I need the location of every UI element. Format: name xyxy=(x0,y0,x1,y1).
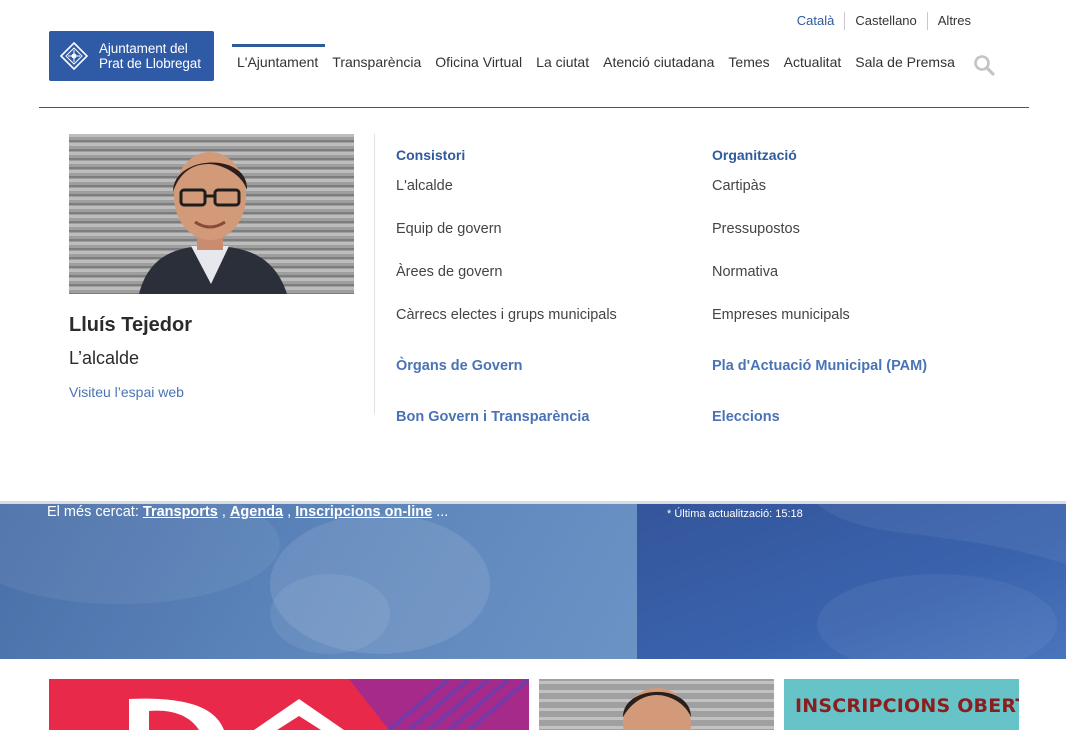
menu-link-bon-govern[interactable]: Bon Govern i Transparència xyxy=(396,409,589,425)
logo-line-2: Prat de Llobregat xyxy=(99,56,201,71)
mayor-website-link[interactable]: Visiteu l’espai web xyxy=(69,384,184,400)
logo-text: Ajuntament del Prat de Llobregat xyxy=(99,41,201,71)
most-searched-label: El més cercat: xyxy=(47,504,139,520)
menu-link-equip-de-govern[interactable]: Equip de govern xyxy=(396,221,502,237)
lang-castellano[interactable]: Castellano xyxy=(845,12,926,30)
nav-la-ciutat[interactable]: La ciutat xyxy=(529,44,596,72)
nav-atencio-ciutadana[interactable]: Atenció ciutadana xyxy=(596,44,721,72)
logo-line-1: Ajuntament del xyxy=(99,41,188,56)
lang-catala[interactable]: Català xyxy=(787,12,845,30)
site-logo[interactable]: Ajuntament del Prat de Llobregat xyxy=(49,31,214,81)
menu-link-organs-de-govern[interactable]: Òrgans de Govern xyxy=(396,358,523,374)
nav-actualitat[interactable]: Actualitat xyxy=(777,44,849,72)
menu-link-carrecs-electes[interactable]: Càrrecs electes i grups municipals xyxy=(396,307,617,323)
searched-tag-agenda[interactable]: Agenda xyxy=(230,504,283,520)
searched-tag-transports[interactable]: Transports xyxy=(143,504,218,520)
promo-card-2[interactable] xyxy=(539,679,774,730)
more-searched-ellipsis[interactable]: ... xyxy=(436,504,448,520)
menu-divider xyxy=(374,134,375,414)
last-updated: * Última actualització: 15:18 xyxy=(667,508,803,520)
menu-link-cartipas[interactable]: Cartipàs xyxy=(712,178,766,194)
menu-link-normativa[interactable]: Normativa xyxy=(712,264,778,280)
tag-separator: , xyxy=(287,504,292,520)
hero-banner xyxy=(0,501,1066,659)
coat-of-arms-icon xyxy=(59,41,89,71)
lang-altres[interactable]: Altres xyxy=(928,12,981,30)
menu-column-consistori: Consistori L'alcalde Equip de govern Àre… xyxy=(396,146,617,425)
mayor-role: L’alcalde xyxy=(69,348,140,368)
banner-right-panel xyxy=(637,504,1066,659)
banner-left-panel xyxy=(0,501,637,659)
menu-heading-consistori[interactable]: Consistori xyxy=(396,147,465,163)
menu-link-alcalde[interactable]: L'alcalde xyxy=(396,178,453,194)
card-inscripcions-title: INSCRIPCIONS OBERTES xyxy=(795,695,1019,717)
promo-card-1[interactable] xyxy=(49,679,529,730)
nav-divider xyxy=(39,107,1029,108)
nav-transparencia[interactable]: Transparència xyxy=(325,44,428,72)
language-switcher: Català Castellano Altres xyxy=(787,12,981,30)
tag-separator: , xyxy=(221,504,226,520)
menu-link-eleccions[interactable]: Eleccions xyxy=(712,409,780,425)
search-icon[interactable] xyxy=(973,54,995,76)
menu-link-empreses-municipals[interactable]: Empreses municipals xyxy=(712,307,850,323)
menu-column-organitzacio: Organització Cartipàs Pressupostos Norma… xyxy=(712,146,927,425)
menu-link-pressupostos[interactable]: Pressupostos xyxy=(712,221,800,237)
promo-card-inscripcions[interactable]: INSCRIPCIONS OBERTES xyxy=(784,679,1019,730)
mayor-name: Lluís Tejedor xyxy=(69,314,192,336)
nav-sala-de-premsa[interactable]: Sala de Premsa xyxy=(848,44,962,72)
menu-heading-organitzacio[interactable]: Organització xyxy=(712,147,797,163)
nav-oficina-virtual[interactable]: Oficina Virtual xyxy=(428,44,529,72)
nav-ajuntament[interactable]: L'Ajuntament xyxy=(232,44,326,72)
main-navigation: L'Ajuntament Transparència Oficina Virtu… xyxy=(232,44,962,72)
searched-tag-inscripcions[interactable]: Inscripcions on-line xyxy=(295,504,432,520)
mayor-photo[interactable] xyxy=(69,134,354,294)
menu-link-pam[interactable]: Pla d'Actuació Municipal (PAM) xyxy=(712,358,927,374)
nav-temes[interactable]: Temes xyxy=(721,44,776,72)
most-searched: El més cercat: Transports , Agenda , Ins… xyxy=(47,504,448,520)
menu-link-arees-de-govern[interactable]: Àrees de govern xyxy=(396,264,502,280)
